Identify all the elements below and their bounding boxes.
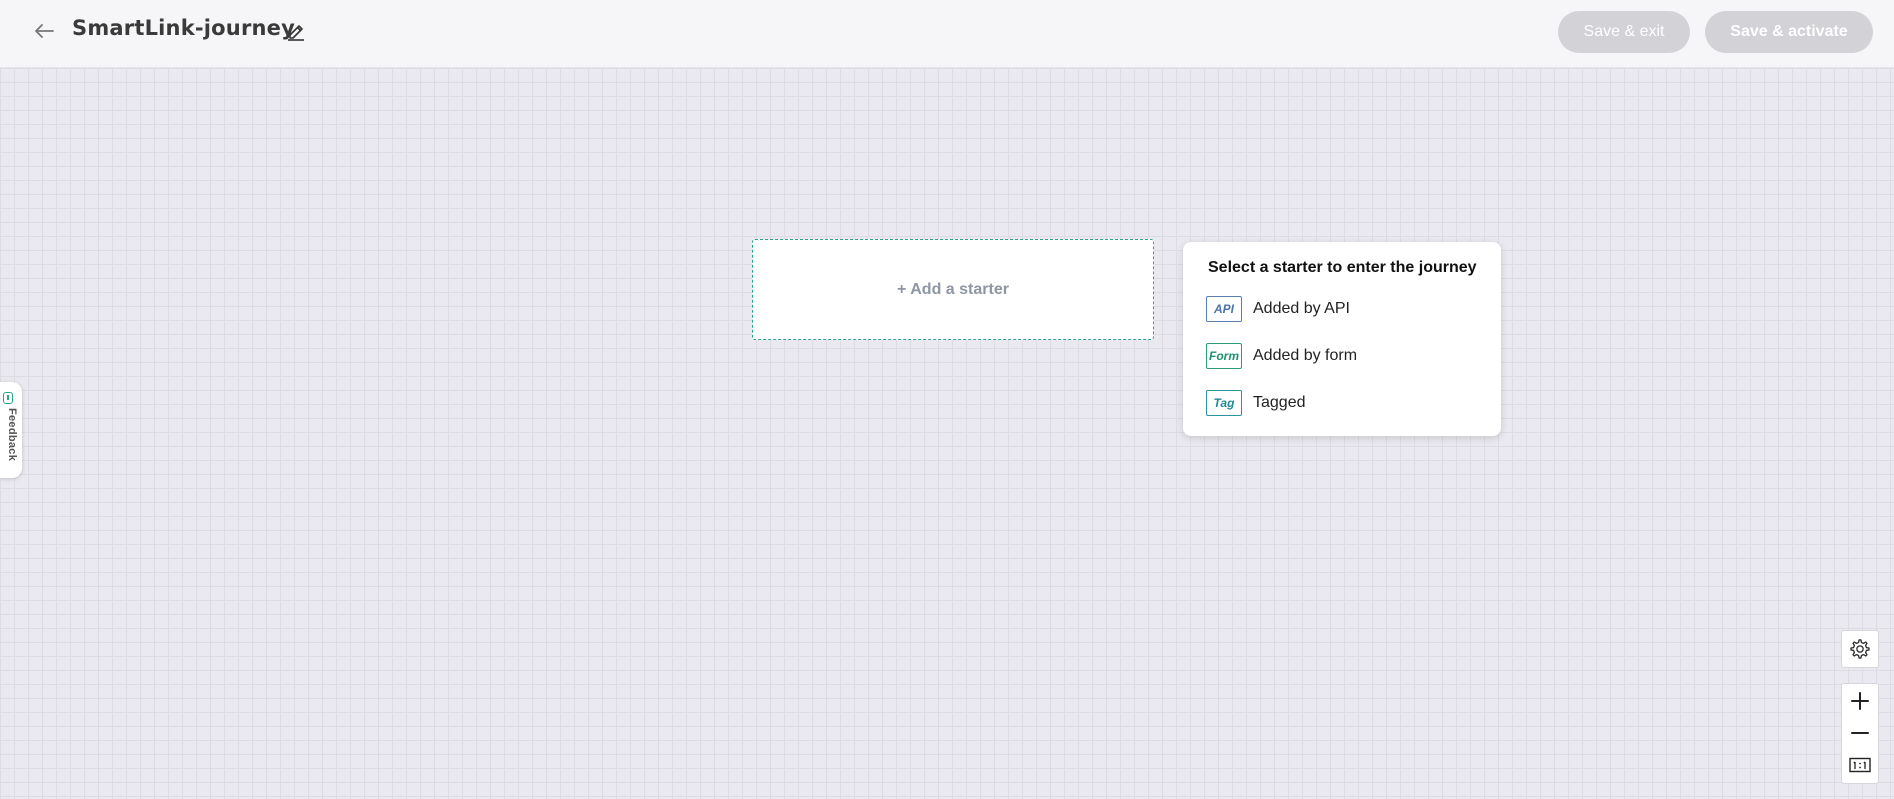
save-activate-button[interactable]: Save & activate xyxy=(1705,11,1873,53)
starter-option-api[interactable]: API Added by API xyxy=(1206,294,1486,324)
pencil-icon xyxy=(288,25,304,41)
canvas-settings-button[interactable] xyxy=(1841,630,1879,668)
zoom-out-button[interactable] xyxy=(1842,718,1878,748)
fit-view-button[interactable] xyxy=(1842,750,1878,780)
feedback-tab[interactable]: Feedback xyxy=(0,382,22,478)
save-exit-button[interactable]: Save & exit xyxy=(1558,11,1690,53)
actual-size-icon xyxy=(1849,757,1871,773)
api-icon: API xyxy=(1206,296,1242,322)
starter-option-form[interactable]: Form Added by form xyxy=(1206,341,1486,371)
zoom-controls xyxy=(1841,683,1879,784)
edit-title-button[interactable] xyxy=(284,19,308,43)
option-label: Tagged xyxy=(1253,394,1306,411)
journey-title: SmartLink-journey xyxy=(72,16,295,40)
zoom-in-button[interactable] xyxy=(1842,686,1878,716)
form-icon: Form xyxy=(1206,343,1242,369)
starter-popup: Select a starter to enter the journey AP… xyxy=(1183,242,1501,436)
arrow-left-icon xyxy=(35,24,54,38)
tag-icon: Tag xyxy=(1206,390,1242,416)
add-starter-box[interactable]: + Add a starter xyxy=(752,239,1154,340)
gear-icon xyxy=(1850,639,1870,659)
starter-option-tag[interactable]: Tag Tagged xyxy=(1206,388,1486,418)
back-button[interactable] xyxy=(30,18,58,44)
top-bar: SmartLink-journey Save & exit Save & act… xyxy=(0,0,1894,68)
plus-icon xyxy=(1851,692,1869,710)
feedback-label: Feedback xyxy=(6,408,18,462)
journey-canvas[interactable] xyxy=(0,68,1894,799)
add-starter-label: + Add a starter xyxy=(897,280,1009,298)
popup-title: Select a starter to enter the journey xyxy=(1208,259,1477,276)
feedback-icon xyxy=(3,392,13,404)
option-label: Added by form xyxy=(1253,347,1358,364)
minus-icon xyxy=(1851,732,1869,734)
option-label: Added by API xyxy=(1253,300,1350,317)
